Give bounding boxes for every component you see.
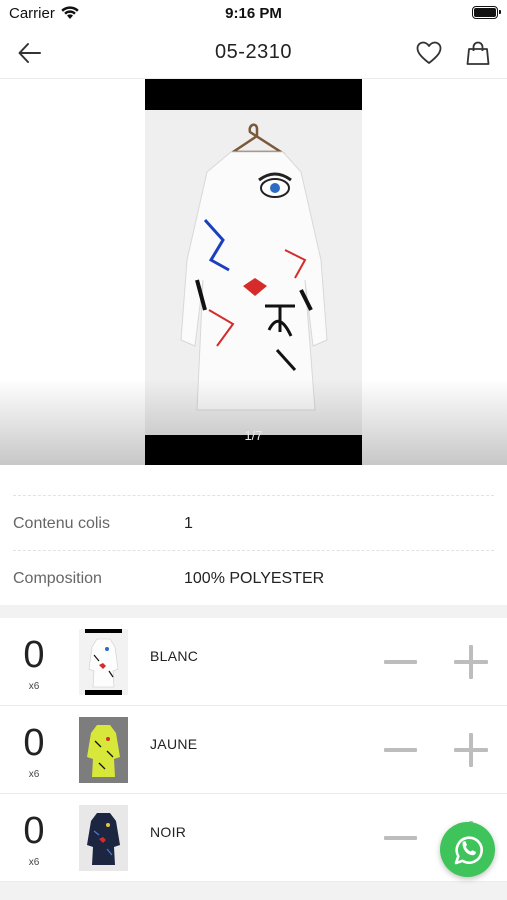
detail-value-contenu: 1 [184,515,193,532]
variant-color-name: NOIR [150,824,187,840]
nav-bar: 05-2310 [0,28,507,79]
detail-value-composition: 100% POLYESTER [184,570,325,587]
whatsapp-icon [454,836,483,865]
increase-quantity-button[interactable] [454,733,488,767]
product-details: Contenu colis 1 Composition 100% POLYEST… [0,465,507,605]
divider [13,495,494,496]
decrease-quantity-button[interactable] [384,836,417,840]
variant-quantity: 0 [23,810,45,852]
decrease-quantity-button[interactable] [384,660,417,664]
detail-label-composition: Composition [13,570,102,587]
variant-color-name: JAUNE [150,736,198,752]
variant-pack-size: x6 [28,857,40,868]
variant-row-noir: 0 x6 NOIR [0,794,507,882]
variant-quantity: 0 [23,634,45,676]
increase-quantity-button[interactable] [454,645,488,679]
variant-color-name: BLANC [150,648,199,664]
variant-row-blanc: 0 x6 BLANC [0,618,507,706]
status-bar: Carrier 9:16 PM [0,0,507,28]
variant-pack-size: x6 [28,769,40,780]
divider [13,550,494,551]
variant-row-jaune: 0 x6 JAUNE [0,706,507,794]
variant-thumbnail [79,805,128,871]
clock: 9:16 PM [225,5,282,22]
variant-quantity: 0 [23,722,45,764]
image-counter: 1/7 [244,428,263,443]
gallery-bottom-shade [0,379,507,465]
section-gap [0,882,507,900]
product-image-gallery[interactable]: 1/7 [0,79,507,465]
detail-label-contenu: Contenu colis [13,515,110,532]
battery-icon [472,6,501,19]
section-gap [0,605,507,618]
shopping-bag-icon[interactable] [464,40,492,66]
variant-pack-size: x6 [28,681,40,692]
decrease-quantity-button[interactable] [384,748,417,752]
heart-icon[interactable] [415,40,443,66]
variant-thumbnail [79,629,128,695]
whatsapp-button[interactable] [440,822,495,877]
variant-thumbnail [79,717,128,783]
